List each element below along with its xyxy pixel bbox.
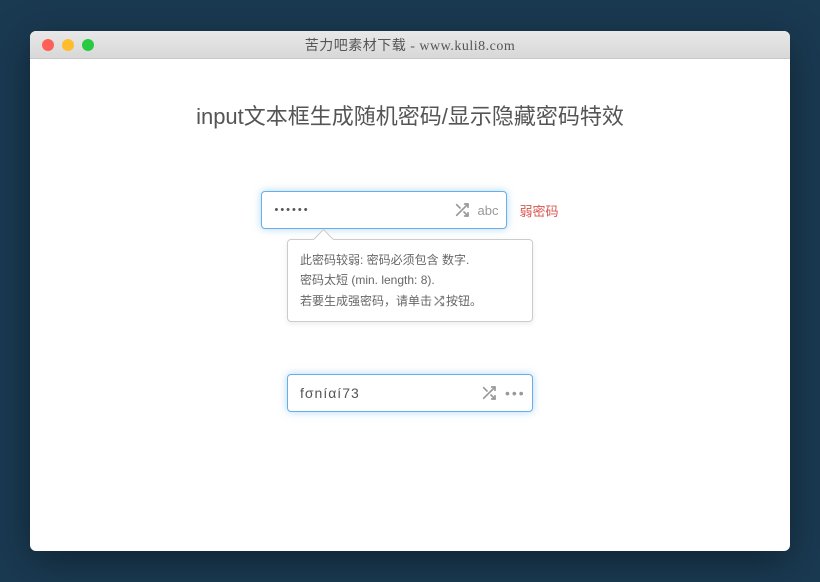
tooltip-line-3: 若要生成强密码，请单击 按钮。	[300, 291, 520, 311]
window-title: 苦力吧素材下载 - www.kuli8.com	[30, 35, 790, 55]
close-button[interactable]	[42, 39, 54, 51]
content-area: input文本框生成随机密码/显示隐藏密码特效 abc 弱密码	[30, 59, 790, 412]
toggle-visibility-1[interactable]: abc	[478, 203, 499, 218]
tooltip-line-2: 密码太短 (min. length: 8).	[300, 270, 520, 290]
toggle-visibility-2[interactable]: •••	[505, 385, 526, 401]
minimize-button[interactable]	[62, 39, 74, 51]
input-actions-2: •••	[481, 385, 526, 401]
maximize-button[interactable]	[82, 39, 94, 51]
shuffle-icon[interactable]	[454, 202, 470, 218]
input-actions-1: abc	[454, 202, 499, 218]
titlebar: 苦力吧素材下载 - www.kuli8.com	[30, 31, 790, 59]
shuffle-icon	[433, 295, 445, 307]
tooltip-line-1: 此密码较弱: 密码必须包含 数字.	[300, 250, 520, 270]
password-field-group-2: •••	[30, 374, 790, 412]
shuffle-icon[interactable]	[481, 385, 497, 401]
password-field-group-1: abc 弱密码 此密码较弱: 密码必须包含 数字. 密码太短 (min. len…	[30, 191, 790, 229]
app-window: 苦力吧素材下载 - www.kuli8.com input文本框生成随机密码/显…	[30, 31, 790, 551]
traffic-lights	[30, 39, 94, 51]
password-input-wrapper-2: •••	[287, 374, 533, 412]
password-input-1[interactable]	[274, 204, 453, 216]
password-input-wrapper-1: abc	[261, 191, 507, 229]
password-tooltip: 此密码较弱: 密码必须包含 数字. 密码太短 (min. length: 8).…	[287, 239, 533, 322]
strength-indicator: 弱密码	[519, 201, 558, 220]
page-title: input文本框生成随机密码/显示隐藏密码特效	[30, 99, 790, 131]
password-input-2[interactable]	[300, 385, 481, 401]
